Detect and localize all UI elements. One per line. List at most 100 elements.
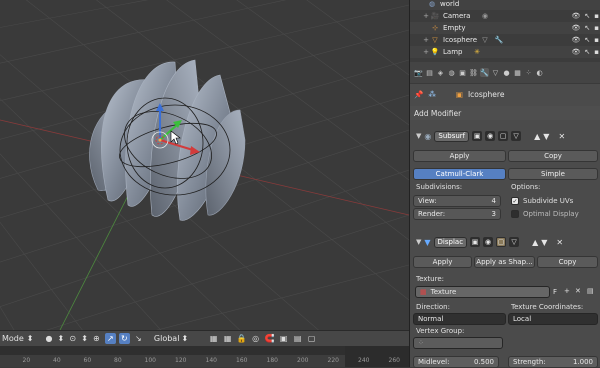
manipulator-toggle-icon[interactable]: ⊕: [91, 333, 102, 344]
vertex-group-field[interactable]: ⁘: [413, 337, 503, 349]
collapse-triangle-icon[interactable]: ▼: [416, 132, 421, 140]
show-cage-icon[interactable]: ▽: [511, 131, 522, 141]
render-camera-icon[interactable]: ▪: [594, 24, 599, 32]
timeline[interactable]: 020406080100120140160180200220240260: [0, 346, 409, 367]
constraints-tab-icon[interactable]: ⛓: [469, 68, 478, 77]
particles-tab-icon[interactable]: ⁘: [524, 68, 533, 77]
outliner-row-camera[interactable]: + 🎥 Camera ◉ 👁 ↖ ▪: [410, 10, 600, 22]
simple-button[interactable]: Simple: [508, 168, 598, 180]
show-viewport-icon[interactable]: ◉: [483, 237, 494, 247]
physics-tab-icon[interactable]: ◐: [535, 68, 544, 77]
timeline-frame-labels: 020406080100120140160180200220240260: [0, 357, 409, 367]
visibility-eye-icon[interactable]: 👁: [571, 36, 580, 44]
render-levels-field[interactable]: Render: 3: [413, 208, 501, 220]
snap-icon[interactable]: 🧲: [264, 333, 275, 344]
render-camera-icon[interactable]: ▪: [594, 12, 599, 20]
texture-coordinates-dropdown[interactable]: Local: [508, 313, 598, 325]
timeline-frame-label: 100: [144, 357, 156, 364]
show-cage-icon[interactable]: ▽: [509, 237, 520, 247]
collapse-triangle-icon[interactable]: ▼: [416, 238, 421, 246]
displace-copy-button[interactable]: Copy: [537, 256, 598, 268]
select-arrow-icon[interactable]: ↖: [584, 12, 590, 20]
render-tab-icon[interactable]: 📷: [414, 68, 423, 77]
data-tab-icon[interactable]: ▽: [491, 68, 500, 77]
displace-apply-button[interactable]: Apply: [413, 256, 472, 268]
layer-grid-icon[interactable]: ▦: [208, 333, 219, 344]
move-up-icon[interactable]: ▲: [532, 238, 538, 247]
apply-as-shape-button[interactable]: Apply as Shap...: [474, 256, 535, 268]
texture-selector[interactable]: ▦ Texture: [415, 286, 550, 298]
texture-settings-icon[interactable]: ▤: [587, 287, 594, 295]
show-editmode-icon[interactable]: ▢: [498, 131, 509, 141]
texture-checker-icon: ▦: [420, 288, 427, 296]
object-tab-icon[interactable]: ▣: [458, 68, 467, 77]
outliner-row-icosphere[interactable]: + ▽ Icosphere ▽ 🔧 👁 ↖ ▪: [410, 34, 600, 46]
show-editmode-icon[interactable]: ▢: [496, 237, 507, 247]
view-label: View:: [418, 197, 437, 205]
visibility-eye-icon[interactable]: 👁: [571, 48, 580, 56]
move-down-icon[interactable]: ▼: [541, 238, 547, 247]
mode-dropdown[interactable]: Mode: [2, 334, 24, 343]
pin-icon[interactable]: 📌: [414, 90, 423, 99]
subsurf-copy-button[interactable]: Copy: [508, 150, 598, 162]
world-tab-icon[interactable]: ◍: [447, 68, 456, 77]
render-layers-tab-icon[interactable]: ▤: [425, 68, 434, 77]
subsurf-apply-button[interactable]: Apply: [413, 150, 506, 162]
pivot-point-icon[interactable]: ⊙: [67, 333, 78, 344]
material-tab-icon[interactable]: ●: [502, 68, 511, 77]
modifiers-tab-icon[interactable]: 🔧: [480, 68, 489, 77]
strength-field[interactable]: Strength: 1.000: [508, 356, 598, 368]
move-down-icon[interactable]: ▼: [543, 132, 549, 141]
outliner-row-empty[interactable]: ⊹ Empty 👁 ↖ ▪: [410, 22, 600, 34]
remove-modifier-icon[interactable]: ✕: [556, 238, 563, 247]
subdivisions-label: Subdivisions:: [416, 183, 463, 191]
mesh-data-icon: ▽: [482, 36, 488, 44]
vertex-group-label: Vertex Group:: [416, 327, 465, 335]
orientation-dropdown[interactable]: Global ⬍: [154, 334, 188, 343]
select-arrow-icon[interactable]: ↖: [584, 24, 590, 32]
3d-viewport[interactable]: [0, 0, 409, 330]
add-modifier-dropdown[interactable]: Add Modifier: [410, 106, 600, 120]
texture-tab-icon[interactable]: ▦: [513, 68, 522, 77]
fake-user-button[interactable]: F: [553, 288, 557, 296]
translate-manipulator-icon[interactable]: ↗: [104, 333, 116, 344]
outliner[interactable]: ◍ world + 🎥 Camera ◉ 👁 ↖ ▪ ⊹ Empty 👁 ↖ ▪ + ▽…: [409, 0, 600, 62]
viewport-scene: [0, 0, 409, 330]
outliner-row-lamp[interactable]: + 💡 Lamp ✳ 👁 ↖ ▪: [410, 46, 600, 58]
subsurf-name-field[interactable]: Subsurf: [434, 130, 470, 142]
timeline-frame-label: 160: [236, 357, 248, 364]
proportional-edit-icon[interactable]: ◎: [250, 333, 261, 344]
unlink-icon[interactable]: ✕: [575, 287, 581, 295]
render-camera-icon[interactable]: ▪: [594, 48, 599, 56]
remove-modifier-icon[interactable]: ✕: [558, 132, 565, 141]
scene-tab-icon[interactable]: ◈: [436, 68, 445, 77]
visibility-eye-icon[interactable]: 👁: [571, 12, 580, 20]
layer-grid-icon[interactable]: ▦: [222, 333, 233, 344]
lock-layers-icon[interactable]: 🔒: [236, 333, 247, 344]
optimal-display-checkbox[interactable]: [511, 210, 519, 218]
select-arrow-icon[interactable]: ↖: [584, 36, 590, 44]
camera-view-icon[interactable]: ▢: [306, 333, 317, 344]
outliner-row-world[interactable]: ◍ world: [410, 0, 600, 10]
show-render-icon[interactable]: ▣: [472, 131, 483, 141]
render-icon[interactable]: ▤: [292, 333, 303, 344]
show-render-icon[interactable]: ▣: [470, 237, 481, 247]
select-arrow-icon[interactable]: ↖: [584, 48, 590, 56]
render-camera-icon[interactable]: ▪: [594, 36, 599, 44]
displace-name-field[interactable]: Displac: [433, 236, 468, 248]
view-levels-field[interactable]: View: 4: [413, 195, 501, 207]
new-texture-icon[interactable]: +: [564, 287, 570, 295]
catmull-clark-button[interactable]: Catmull-Clark: [413, 168, 506, 180]
snap-target-icon[interactable]: ▣: [278, 333, 289, 344]
direction-dropdown[interactable]: Normal: [413, 313, 506, 325]
show-viewport-icon[interactable]: ◉: [485, 131, 496, 141]
visibility-eye-icon[interactable]: 👁: [571, 24, 580, 32]
rotate-manipulator-icon[interactable]: ↻: [118, 333, 130, 344]
scale-manipulator-icon[interactable]: ↘: [133, 333, 144, 344]
subdivide-uvs-checkbox[interactable]: ✓: [511, 197, 519, 205]
viewport-shading-icon[interactable]: ●: [44, 333, 55, 344]
lamp-data-icon: ✳: [474, 48, 480, 56]
move-up-icon[interactable]: ▲: [534, 132, 540, 141]
midlevel-field[interactable]: Midlevel: 0.500: [413, 356, 499, 368]
options-label: Options:: [511, 183, 541, 191]
